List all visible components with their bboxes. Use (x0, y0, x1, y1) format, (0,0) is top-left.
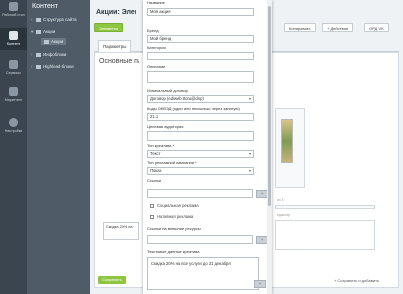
elements-button[interactable]: Элементы (94, 23, 124, 32)
creative-type-label: Тип креатива * (147, 143, 175, 148)
contract-label: Изначальный договор (147, 88, 188, 93)
marketing-icon (9, 87, 18, 96)
left-rail: Рабочий стол Контент Сервисы Маркетинг Н… (0, 0, 27, 294)
rail-item-content[interactable]: Контент (0, 28, 27, 50)
links-input[interactable] (147, 189, 253, 198)
campaign-type-label: Тип рекламной кампании * (147, 160, 197, 165)
rail-item-desktop[interactable]: Рабочий стол (0, 2, 27, 26)
add-text-data-button[interactable]: + (254, 280, 266, 288)
external-links-input[interactable] (147, 235, 253, 244)
ord-vk-button[interactable]: ОРД VK (364, 23, 389, 32)
desktop-icon (9, 2, 18, 11)
form-scroll-area: Название Моя акция Бренд Мой бренд Катег… (143, 0, 267, 294)
okved-input[interactable]: 21.1 (147, 113, 254, 121)
links-label: Ссылки (147, 178, 162, 183)
description-textarea[interactable]: Скидка 20% на (103, 222, 139, 240)
creative-type-select[interactable]: Текст (147, 150, 254, 158)
tab-params[interactable]: Параметры (98, 40, 132, 52)
folder-icon (36, 29, 41, 34)
list-icon (44, 39, 49, 44)
add-external-link-button[interactable]: + (256, 236, 267, 244)
save-and-add-button[interactable]: + Сохранить и добавить (334, 278, 379, 283)
brand-label: Бренд (147, 28, 159, 33)
sidebar-item-promotions[interactable]: ▾ Акции (31, 29, 55, 35)
image-preview[interactable] (281, 119, 293, 163)
content-icon (9, 31, 18, 40)
folder-icon (36, 52, 41, 57)
sidebar-item-promotions-child[interactable]: Акции (41, 38, 67, 45)
add-link-button[interactable]: + (256, 190, 267, 198)
audience-input[interactable] (147, 131, 254, 141)
campaign-type-select[interactable]: Показ (147, 167, 254, 175)
name-input[interactable]: Моя акция (147, 8, 254, 16)
okved-label: Коды ОКВЭД (один или несколько через зап… (147, 106, 240, 111)
sidebar-item-site-structure[interactable]: › Структура сайта (31, 17, 77, 22)
rail-item-marketing[interactable]: Маркетинг (0, 87, 27, 107)
category-label: Категория (147, 45, 166, 50)
checkbox-icon[interactable] (150, 214, 154, 219)
folder-icon (36, 64, 41, 69)
ord-form-panel: Название Моя акция Бренд Мой бренд Катег… (143, 0, 272, 294)
contract-select[interactable]: Договор (ediweb.ttoru@dnp) (147, 95, 254, 103)
description-input[interactable] (147, 71, 254, 83)
checkbox-icon[interactable] (150, 203, 154, 208)
description-label: Описание (147, 64, 166, 69)
settings-icon (9, 118, 18, 127)
save-button[interactable]: Сохранить (98, 276, 126, 284)
editor-area[interactable] (275, 220, 375, 250)
actions-button[interactable]: + Действия (322, 23, 353, 32)
sidebar-title: Контент (32, 3, 58, 10)
external-links-label: Ссылки на внешние ресурсы (147, 226, 201, 231)
field-strip (275, 205, 375, 209)
text-data-textarea[interactable]: Скидка 20% на все услуги до 31 декабря (147, 257, 259, 290)
folder-icon (36, 17, 41, 22)
sidebar-item-infoblocks[interactable]: › Инфоблоки (31, 52, 66, 57)
editor-label: едактор (277, 213, 291, 217)
text-data-label: Текстовые данные креатива (147, 249, 200, 254)
content-sidebar: Контент › Структура сайта ▾ Акции Акции › И… (27, 0, 90, 294)
copy-button[interactable]: Копировать (284, 23, 316, 32)
services-icon (9, 60, 18, 69)
brand-input[interactable]: Мой бренд (147, 35, 254, 43)
category-input[interactable] (147, 52, 254, 60)
native-ad-checkbox[interactable]: Нативная реклама (150, 214, 193, 219)
scrollbar-thumb[interactable] (268, 6, 271, 206)
audience-label: Целевая аудитория (147, 124, 184, 129)
social-ad-checkbox[interactable]: Социальная реклама (150, 203, 199, 208)
pager-text: из 1 (277, 198, 284, 202)
rail-item-services[interactable]: Сервисы (0, 60, 27, 80)
sidebar-item-highload[interactable]: › Highload-блоки (31, 64, 74, 69)
section-heading: Основные па (99, 58, 139, 65)
rail-item-settings[interactable]: Настройки (0, 118, 27, 138)
page-title: Акции: Элем (96, 9, 136, 16)
form-scrollbar[interactable] (267, 0, 272, 294)
name-label: Название (147, 0, 165, 5)
